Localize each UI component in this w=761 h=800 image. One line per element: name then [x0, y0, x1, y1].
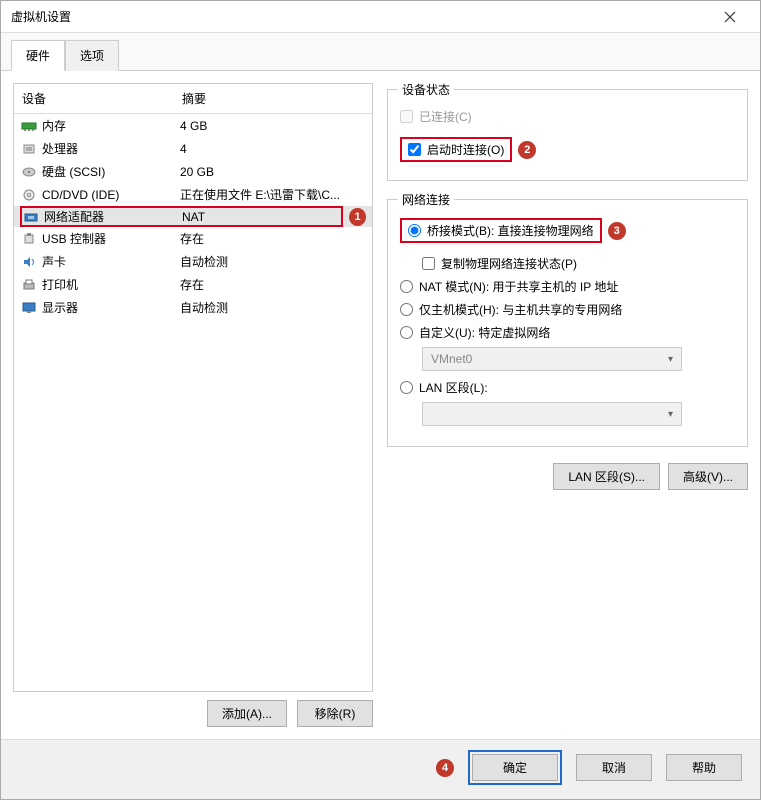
custom-radio-input[interactable]	[400, 326, 413, 339]
hostonly-label: 仅主机模式(H): 与主机共享的专用网络	[419, 301, 622, 318]
connect-on-power-label: 启动时连接(O)	[427, 141, 504, 158]
device-state-group: 设备状态 已连接(C) 启动时连接(O) 2	[387, 89, 748, 181]
device-row-network[interactable]: 网络适配器 NAT 1	[14, 206, 372, 227]
connected-checkbox: 已连接(C)	[400, 108, 735, 125]
device-list: 设备 摘要 内存 4 GB 处理器 4	[13, 83, 373, 692]
disk-icon	[20, 164, 38, 180]
nat-radio-input[interactable]	[400, 280, 413, 293]
replicate-label: 复制物理网络连接状态(P)	[441, 255, 577, 272]
device-summary: 20 GB	[180, 165, 366, 179]
window-title: 虚拟机设置	[11, 8, 71, 25]
close-button[interactable]	[710, 3, 750, 31]
nat-radio[interactable]: NAT 模式(N): 用于共享主机的 IP 地址	[400, 278, 735, 295]
lan-segment-combo: ▾	[422, 402, 682, 426]
device-list-header: 设备 摘要	[14, 84, 372, 114]
custom-network-combo: VMnet0 ▾	[422, 347, 682, 371]
printer-icon	[20, 277, 38, 293]
add-device-button[interactable]: 添加(A)...	[207, 700, 287, 727]
annotation-badge-3: 3	[608, 222, 626, 240]
content: 设备 摘要 内存 4 GB 处理器 4	[1, 71, 760, 739]
network-legend: 网络连接	[398, 191, 454, 208]
annotation-badge-2: 2	[518, 141, 536, 159]
device-name: 声卡	[42, 253, 180, 270]
tabs: 硬件 选项	[1, 33, 760, 71]
header-summary: 摘要	[182, 90, 364, 107]
device-row-printer[interactable]: 打印机 存在	[14, 273, 372, 296]
lan-segment-radio[interactable]: LAN 区段(L):	[400, 379, 735, 396]
memory-icon	[20, 118, 38, 134]
device-name: 处理器	[42, 140, 180, 157]
bridged-radio-input[interactable]	[408, 224, 421, 237]
connected-label: 已连接(C)	[419, 108, 472, 125]
device-name: CD/DVD (IDE)	[42, 188, 180, 202]
tab-hardware[interactable]: 硬件	[11, 40, 65, 71]
help-button[interactable]: 帮助	[666, 754, 742, 781]
device-summary: 自动检测	[180, 253, 366, 270]
annotation-badge-4: 4	[436, 759, 454, 777]
nat-label: NAT 模式(N): 用于共享主机的 IP 地址	[419, 278, 618, 295]
tab-options[interactable]: 选项	[65, 40, 119, 71]
display-icon	[20, 300, 38, 316]
bridged-radio[interactable]: 桥接模式(B): 直接连接物理网络	[400, 218, 602, 243]
cd-icon	[20, 187, 38, 203]
device-summary: 正在使用文件 E:\迅雷下载\C...	[180, 186, 366, 203]
device-name: 硬盘 (SCSI)	[42, 163, 180, 180]
custom-network-value: VMnet0	[431, 352, 472, 366]
titlebar: 虚拟机设置	[1, 1, 760, 33]
left-panel: 设备 摘要 内存 4 GB 处理器 4	[13, 83, 373, 727]
connected-checkbox-input	[400, 110, 413, 123]
custom-radio[interactable]: 自定义(U): 特定虚拟网络	[400, 324, 735, 341]
right-panel-buttons: LAN 区段(S)... 高级(V)...	[387, 463, 748, 490]
lan-segments-button[interactable]: LAN 区段(S)...	[553, 463, 660, 490]
remove-device-button[interactable]: 移除(R)	[297, 700, 373, 727]
dialog-footer: 4 确定 取消 帮助	[1, 739, 760, 799]
device-summary: 4	[180, 142, 366, 156]
usb-icon	[20, 231, 38, 247]
hostonly-radio[interactable]: 仅主机模式(H): 与主机共享的专用网络	[400, 301, 735, 318]
device-row-display[interactable]: 显示器 自动检测	[14, 296, 372, 319]
device-row-disk[interactable]: 硬盘 (SCSI) 20 GB	[14, 160, 372, 183]
right-panel: 设备状态 已连接(C) 启动时连接(O) 2 网络连接	[387, 83, 748, 727]
device-row-cpu[interactable]: 处理器 4	[14, 137, 372, 160]
header-device: 设备	[22, 90, 182, 107]
close-icon	[724, 11, 736, 23]
device-row-cddvd[interactable]: CD/DVD (IDE) 正在使用文件 E:\迅雷下载\C...	[14, 183, 372, 206]
device-summary: 存在	[180, 230, 366, 247]
connect-on-power-input[interactable]	[408, 143, 421, 156]
bridged-label: 桥接模式(B): 直接连接物理网络	[427, 222, 594, 239]
vm-settings-dialog: 虚拟机设置 硬件 选项 设备 摘要	[0, 0, 761, 800]
lan-segment-radio-input[interactable]	[400, 381, 413, 394]
device-state-legend: 设备状态	[398, 81, 454, 98]
chevron-down-icon: ▾	[668, 409, 673, 420]
device-name: 网络适配器	[44, 208, 182, 225]
net-icon	[22, 209, 40, 225]
annotation-badge-1: 1	[349, 208, 366, 226]
device-name: 内存	[42, 117, 180, 134]
device-summary: 自动检测	[180, 299, 366, 316]
custom-label: 自定义(U): 特定虚拟网络	[419, 324, 550, 341]
ok-button[interactable]: 确定	[472, 754, 558, 781]
advanced-button[interactable]: 高级(V)...	[668, 463, 748, 490]
device-row-sound[interactable]: 声卡 自动检测	[14, 250, 372, 273]
network-connection-group: 网络连接 桥接模式(B): 直接连接物理网络 3 复制物理网络连接状态(P) N…	[387, 199, 748, 447]
replicate-checkbox-input[interactable]	[422, 257, 435, 270]
chevron-down-icon: ▾	[668, 354, 673, 365]
replicate-checkbox[interactable]: 复制物理网络连接状态(P)	[422, 255, 735, 272]
device-name: USB 控制器	[42, 230, 180, 247]
device-name: 显示器	[42, 299, 180, 316]
device-summary: 4 GB	[180, 119, 366, 133]
sound-icon	[20, 254, 38, 270]
connect-on-power-checkbox[interactable]: 启动时连接(O)	[400, 137, 512, 162]
device-summary: 存在	[180, 276, 366, 293]
device-name: 打印机	[42, 276, 180, 293]
lan-segment-label: LAN 区段(L):	[419, 379, 488, 396]
cancel-button[interactable]: 取消	[576, 754, 652, 781]
device-row-usb[interactable]: USB 控制器 存在	[14, 227, 372, 250]
left-panel-buttons: 添加(A)... 移除(R)	[13, 700, 373, 727]
device-row-memory[interactable]: 内存 4 GB	[14, 114, 372, 137]
device-summary: NAT	[182, 210, 341, 224]
hostonly-radio-input[interactable]	[400, 303, 413, 316]
cpu-icon	[20, 141, 38, 157]
